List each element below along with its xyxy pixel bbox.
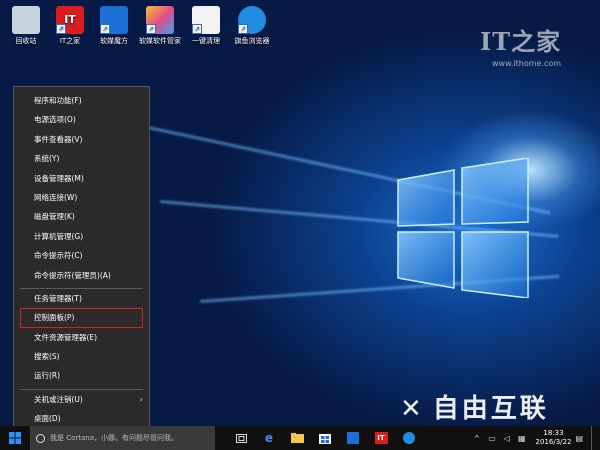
bottom-watermark-text: 自由互联 xyxy=(432,394,549,424)
chevron-right-icon: › xyxy=(139,394,143,404)
cortana-icon xyxy=(36,433,45,443)
ruanmei-mofang-icon xyxy=(347,432,359,444)
task-view-button[interactable] xyxy=(227,426,255,450)
menu-item-computer-management[interactable]: 计算机管理(G) xyxy=(14,227,149,246)
ithome-taskbar-button[interactable]: IT xyxy=(367,426,395,450)
windows-start-icon xyxy=(9,432,21,444)
network-icon[interactable]: ▭ xyxy=(488,434,496,443)
menu-item-control-panel[interactable]: 控制面板(P) xyxy=(20,308,143,328)
desktop-icon-label: 回收站 xyxy=(15,37,37,45)
show-hidden-icons-chevron[interactable]: ^ xyxy=(474,434,481,443)
x-logo-icon: ✕ xyxy=(400,394,425,424)
watermark-url: www.ithome.com xyxy=(491,59,562,68)
menu-item-system[interactable]: 系统(Y) xyxy=(14,149,149,168)
desktop-icon-one-click-clean[interactable]: ↗ 一键清理 xyxy=(182,2,230,46)
desktop-icon-ithome[interactable]: IT ↗ IT之家 xyxy=(46,2,94,46)
desktop-icon-qiyu-browser[interactable]: ↗ 旗鱼浏览器 xyxy=(228,2,276,46)
edge-browser-icon: e xyxy=(264,431,274,445)
desktop-icon-label: 软媒魔方 xyxy=(100,37,128,45)
menu-item-shutdown-signout[interactable]: 关机或注销(U) › xyxy=(14,390,149,409)
desktop-icon-label: 旗鱼浏览器 xyxy=(234,37,270,45)
menu-item-task-manager[interactable]: 任务管理器(T) xyxy=(14,289,149,308)
qiyu-taskbar-button[interactable] xyxy=(395,426,423,450)
action-center-icon[interactable]: ▤ xyxy=(575,434,583,443)
menu-item-power-options[interactable]: 电源选项(O) xyxy=(14,110,149,129)
menu-item-device-manager[interactable]: 设备管理器(M) xyxy=(14,169,149,188)
store-icon xyxy=(319,434,331,444)
ithome-app-icon: IT ↗ xyxy=(56,6,84,34)
menu-item-event-viewer[interactable]: 事件查看器(V) xyxy=(14,130,149,149)
start-button[interactable] xyxy=(0,426,30,450)
ruanmei-mofang-icon: ↗ xyxy=(100,6,128,34)
menu-item-search[interactable]: 搜索(S) xyxy=(14,347,149,366)
windows-logo-wallpaper xyxy=(397,158,529,298)
search-placeholder: 我是 Cortana，小娜。有问题尽管问我。 xyxy=(50,434,179,442)
menu-item-file-explorer[interactable]: 文件资源管理器(E) xyxy=(14,328,149,347)
ruanmei-software-manager-icon: ↗ xyxy=(146,6,174,34)
volume-icon[interactable]: ◁ xyxy=(504,434,510,443)
menu-item-label: 关机或注销(U) xyxy=(34,394,83,404)
menu-item-command-prompt[interactable]: 命令提示符(C) xyxy=(14,246,149,265)
ithome-app-icon: IT xyxy=(374,432,388,444)
mofang-taskbar-button[interactable] xyxy=(339,426,367,450)
file-explorer-button[interactable] xyxy=(283,426,311,450)
edge-button[interactable]: e xyxy=(255,426,283,450)
recycle-bin-icon xyxy=(12,6,40,34)
clock-date: 2016/3/22 xyxy=(535,438,572,446)
menu-item-disk-management[interactable]: 磁盘管理(K) xyxy=(14,207,149,226)
clock-time: 18:33 xyxy=(543,429,564,437)
input-method-icon[interactable]: ▦ xyxy=(518,434,526,443)
store-button[interactable] xyxy=(311,426,339,450)
cortana-search-box[interactable]: 我是 Cortana，小娜。有问题尽管问我。 xyxy=(30,426,215,450)
desktop-icon-label: IT之家 xyxy=(59,37,81,45)
menu-item-run[interactable]: 运行(R) xyxy=(14,366,149,385)
desktop-icon-label: 软媒软件管家 xyxy=(139,37,181,45)
desktop-icon-label: 一键清理 xyxy=(192,37,220,45)
winx-context-menu: 程序和功能(F) 电源选项(O) 事件查看器(V) 系统(Y) 设备管理器(M)… xyxy=(13,86,150,430)
desktop-icon-ruanmei-mofang[interactable]: ↗ 软媒魔方 xyxy=(90,2,138,46)
menu-item-programs-features[interactable]: 程序和功能(F) xyxy=(14,91,149,110)
show-desktop-button[interactable] xyxy=(591,426,596,450)
ithome-watermark: IT之家 www.ithome.com xyxy=(480,22,561,68)
task-view-icon xyxy=(235,433,247,443)
menu-item-network-connections[interactable]: 网络连接(W) xyxy=(14,188,149,207)
qiyu-browser-icon xyxy=(403,432,415,444)
taskbar: 我是 Cortana，小娜。有问题尽管问我。 e IT ^ ▭ ◁ ▦ 18:3… xyxy=(0,426,600,450)
bottom-watermark: ✕ 自由互联 xyxy=(400,388,549,425)
system-tray: ^ ▭ ◁ ▦ 18:33 2016/3/22 ▤ xyxy=(470,426,600,450)
one-click-clean-icon: ↗ xyxy=(192,6,220,34)
file-explorer-icon xyxy=(290,433,304,443)
menu-item-command-prompt-admin[interactable]: 命令提示符(管理员)(A) xyxy=(14,266,149,285)
desktop-icon-recycle-bin[interactable]: 回收站 xyxy=(2,2,50,46)
watermark-logo: IT之家 xyxy=(480,27,562,56)
pinned-apps: e IT xyxy=(227,426,423,450)
clock[interactable]: 18:33 2016/3/22 xyxy=(536,429,572,447)
desktop-icon-software-manager[interactable]: ↗ 软媒软件管家 xyxy=(136,2,184,46)
qiyu-browser-icon: ↗ xyxy=(238,6,266,34)
